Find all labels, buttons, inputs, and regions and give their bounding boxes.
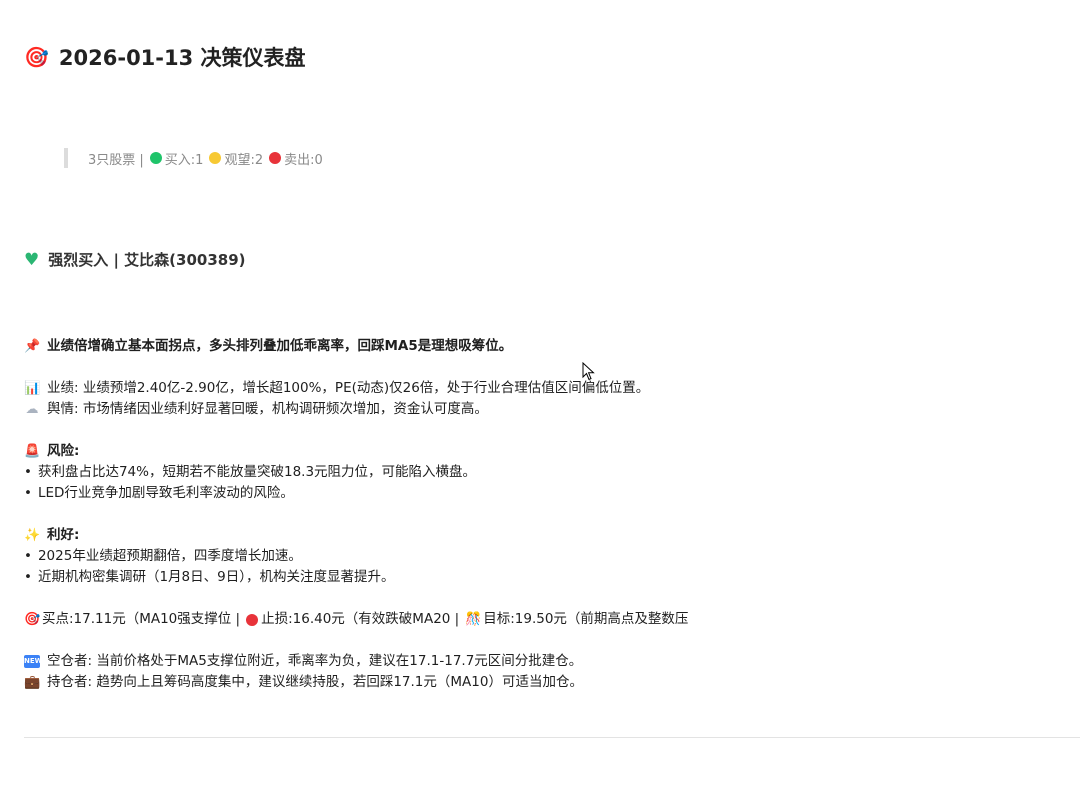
risk-item-text: 获利盘占比达74%，短期若不能放量突破18.3元阻力位，可能陷入横盘。: [37, 464, 477, 480]
green-heart-icon: ♥: [24, 249, 40, 270]
positive-title: ✨ 利好:: [24, 525, 1074, 546]
target-icon: 🎯: [24, 45, 49, 69]
stock-heading-text: 强烈买入 | 艾比森(300389): [48, 251, 246, 269]
sentiment-line: ☁ 舆情: 市场情绪因业绩利好显著回暖，机构调研频次增加，资金认可度高。: [24, 399, 1074, 420]
target-icon: 🎯: [24, 612, 41, 627]
performance-text: 业绩: 业绩预增2.40亿-2.90亿，增长超100%，PE(动态)仅26倍，处…: [47, 380, 650, 396]
sparkles-icon: ✨: [24, 528, 41, 543]
stock-count: 3只股票 |: [88, 152, 144, 168]
summary-blockquote: 3只股票 | 买入:1 观望:2 卖出:0: [64, 148, 323, 168]
stock-heading: ♥ 强烈买入 | 艾比森(300389): [24, 249, 246, 270]
stock-detail: 📌 业绩倍增确立基本面拐点，多头排列叠加低乖离率，回踩MA5是理想吸筹位。 📊 …: [24, 336, 1074, 693]
price-levels-line: 🎯 买点:17.11元（MA10强支撑位 | 止损:16.40元（有效跌破MA2…: [24, 609, 1074, 630]
buy-count: 买入:1: [164, 152, 204, 168]
green-circle-icon: [149, 152, 162, 164]
risk-item-text: LED行业竞争加剧导致毛利率波动的风险。: [37, 485, 294, 501]
pushpin-icon: 📌: [24, 339, 41, 354]
page-title-text: 2026-01-13 决策仪表盘: [58, 46, 306, 70]
positive-item-text: 2025年业绩超预期翻倍，四季度增长加速。: [37, 548, 302, 564]
risk-title-text: 风险:: [47, 443, 80, 459]
sentiment-text: 舆情: 市场情绪因业绩利好显著回暖，机构调研频次增加，资金认可度高。: [47, 401, 488, 417]
empty-position-text: 空仓者: 当前价格处于MA5支撑位附近，乖离率为负，建议在17.1-17.7元区…: [47, 653, 583, 669]
headline-text: 业绩倍增确立基本面拐点，多头排列叠加低乖离率，回踩MA5是理想吸筹位。: [47, 338, 513, 354]
briefcase-icon: 💼: [24, 675, 41, 690]
watch-count: 观望:2: [224, 152, 264, 168]
yellow-circle-icon: [209, 152, 222, 164]
risk-item: • 获利盘占比达74%，短期若不能放量突破18.3元阻力位，可能陷入横盘。: [24, 462, 1074, 483]
positive-item-text: 近期机构密集调研（1月8日、9日），机构关注度显著提升。: [37, 569, 395, 585]
bar-chart-icon: 📊: [24, 381, 41, 396]
target-text: 目标:19.50元（前期高点及整数压: [483, 611, 689, 627]
risk-title: 🚨 风险:: [24, 441, 1074, 462]
performance-line: 📊 业绩: 业绩预增2.40亿-2.90亿，增长超100%，PE(动态)仅26倍…: [24, 378, 1074, 399]
cloud-icon: ☁: [25, 402, 39, 417]
siren-icon: 🚨: [24, 444, 41, 459]
holding-position-text: 持仓者: 趋势向上且筹码高度集中，建议继续持股，若回踩17.1元（MA10）可适…: [47, 674, 583, 690]
holding-position-line: 💼 持仓者: 趋势向上且筹码高度集中，建议继续持股，若回踩17.1元（MA10）…: [24, 672, 1074, 693]
headline: 📌 业绩倍增确立基本面拐点，多头排列叠加低乖离率，回踩MA5是理想吸筹位。: [24, 336, 1074, 357]
divider: [24, 737, 1080, 738]
positive-title-text: 利好:: [47, 527, 80, 543]
mouse-cursor-icon: [582, 362, 595, 381]
party-popper-icon: 🎊: [465, 612, 482, 627]
red-circle-icon: [246, 613, 259, 626]
page-title: 🎯 2026-01-13 决策仪表盘: [24, 42, 306, 72]
positive-item: • 2025年业绩超预期翻倍，四季度增长加速。: [24, 546, 1074, 567]
new-badge-icon: NEW: [24, 655, 42, 668]
decision-dashboard: 🎯 2026-01-13 决策仪表盘 3只股票 | 买入:1 观望:2 卖出:0…: [0, 0, 1080, 807]
risk-item: • LED行业竞争加剧导致毛利率波动的风险。: [24, 483, 1074, 504]
positive-item: • 近期机构密集调研（1月8日、9日），机构关注度显著提升。: [24, 567, 1074, 588]
empty-position-line: NEW 空仓者: 当前价格处于MA5支撑位附近，乖离率为负，建议在17.1-17…: [24, 651, 1074, 672]
red-circle-icon: [269, 152, 282, 164]
sell-count: 卖出:0: [284, 152, 323, 168]
stop-loss-text: 止损:16.40元（有效跌破MA20 |: [261, 611, 460, 627]
buy-point-text: 买点:17.11元（MA10强支撑位 |: [42, 611, 241, 627]
